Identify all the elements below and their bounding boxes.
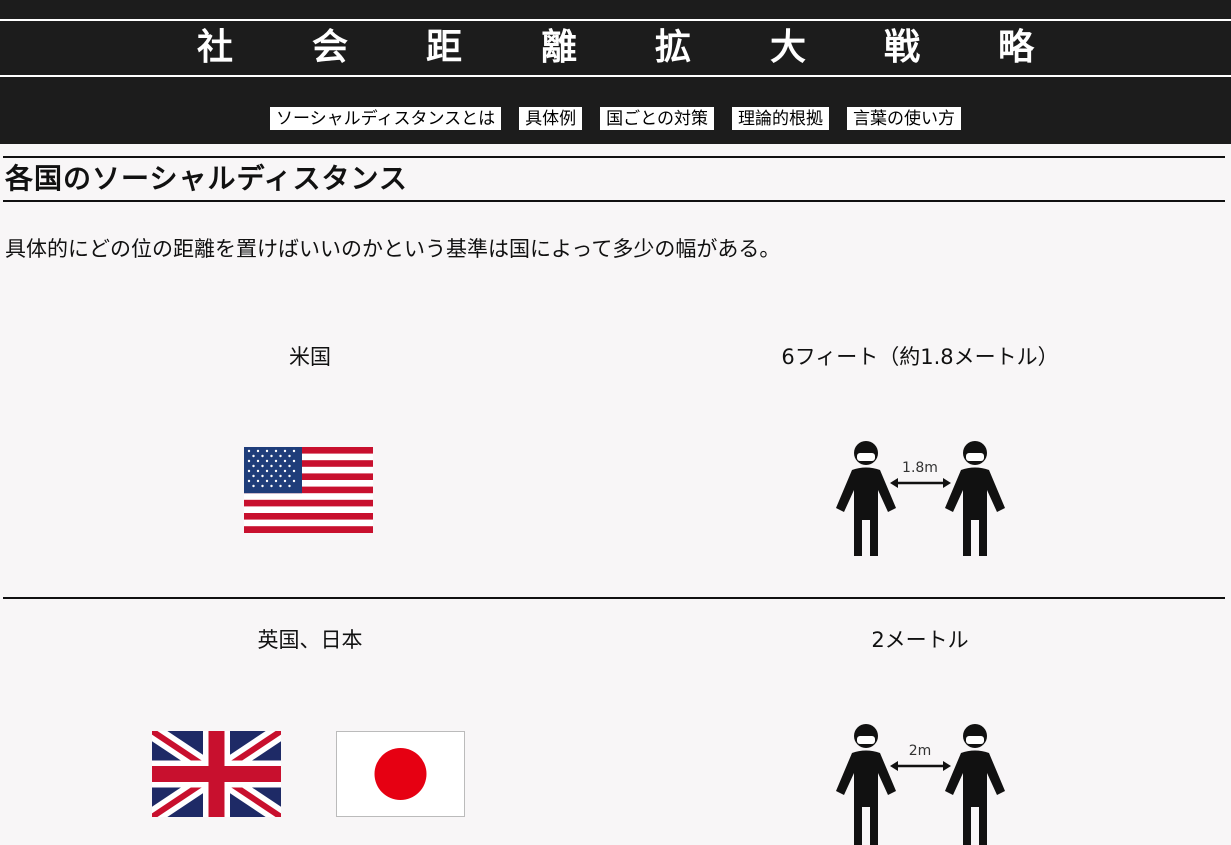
site-title-char: 大 (769, 27, 806, 68)
row-country-label: 米国 (289, 345, 331, 369)
japan-flag-icon (336, 731, 465, 817)
distance-figure-icon: 1.8m (836, 441, 1005, 556)
section-intro: 具体的にどの位の距離を置けばいいのかという基準は国によって多少の幅がある。 (5, 237, 781, 261)
nav-item-about[interactable]: ソーシャルディスタンスとは (270, 107, 502, 130)
site-title-char: 略 (997, 27, 1034, 68)
site-title-char: 離 (540, 27, 577, 68)
nav-item-examples[interactable]: 具体例 (519, 107, 583, 130)
site-title[interactable]: 社 会 距 離 拡 大 戦 略 (0, 21, 1231, 75)
site-title-char: 拡 (654, 27, 691, 68)
figure-distance-label: 2m (909, 743, 932, 759)
distance-figure-icon: 2m (836, 724, 1005, 845)
nav-item-usage[interactable]: 言葉の使い方 (846, 107, 961, 130)
row-divider (3, 597, 1225, 599)
header-top-bar (0, 0, 1231, 19)
site-title-char: 戦 (883, 27, 920, 68)
uk-flag-icon (152, 731, 281, 817)
main-nav: ソーシャルディスタンスとは 具体例 国ごとの対策 理論的根拠 言葉の使い方 (0, 107, 1231, 131)
figure-distance-label: 1.8m (902, 460, 938, 476)
site-title-char: 距 (425, 27, 462, 68)
nav-band: ソーシャルディスタンスとは 具体例 国ごとの対策 理論的根拠 言葉の使い方 (0, 77, 1231, 144)
us-flag-icon (244, 447, 373, 533)
row-distance-label: 6フィート（約1.8メートル） (781, 345, 1059, 369)
site-title-char: 社 (196, 27, 233, 68)
site-title-char: 会 (311, 27, 348, 68)
page: 社 会 距 離 拡 大 戦 略 ソーシャルディスタンスとは 具体例 国ごとの対策… (0, 0, 1231, 845)
row-distance-label: 2メートル (871, 628, 969, 652)
nav-item-country-measures[interactable]: 国ごとの対策 (600, 107, 714, 130)
nav-item-theory[interactable]: 理論的根拠 (731, 107, 829, 130)
row-country-label: 英国、日本 (257, 628, 363, 652)
section-title: 各国のソーシャルディスタンス (3, 156, 1225, 202)
site-title-band: 社 会 距 離 拡 大 戦 略 (0, 19, 1231, 77)
